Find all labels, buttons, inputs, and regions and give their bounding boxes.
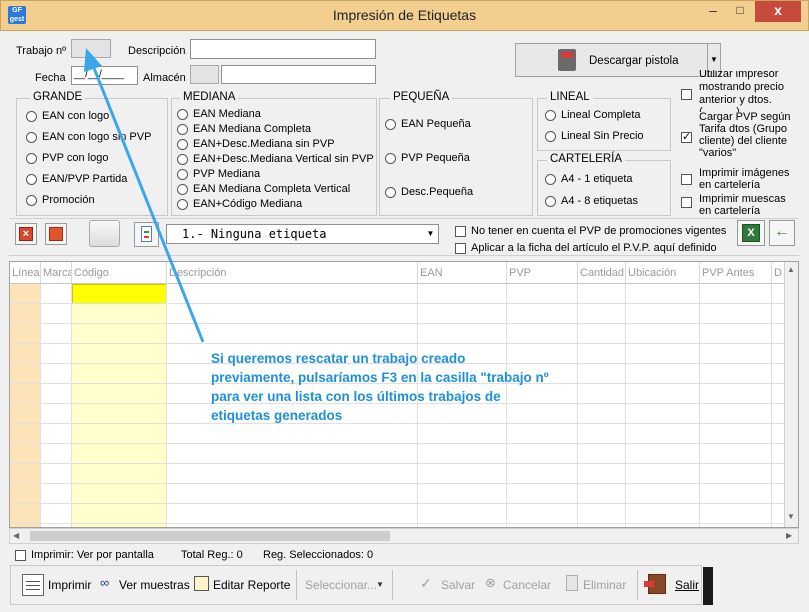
- ver-muestras-button[interactable]: Ver muestras: [119, 578, 190, 592]
- editar-reporte-button[interactable]: Editar Reporte: [213, 578, 290, 592]
- divider: [296, 570, 297, 600]
- arrow-head: [84, 48, 102, 72]
- checkbox-imprimir-ver-pantalla[interactable]: [15, 550, 26, 561]
- chevron-down-icon[interactable]: ▼: [376, 580, 384, 589]
- divider: [392, 570, 393, 600]
- eliminar-button[interactable]: Eliminar: [583, 578, 626, 592]
- annotation-arrow: [84, 48, 205, 343]
- status-reg-seleccionados: Reg. Seleccionados: 0: [263, 549, 374, 561]
- seleccionar-button[interactable]: Seleccionar...: [305, 578, 377, 592]
- divider: [637, 570, 638, 600]
- binoculars-icon: ∞: [100, 575, 110, 590]
- status-imprimir: Imprimir: Ver por pantalla: [31, 549, 154, 561]
- dark-strip: [703, 567, 713, 605]
- print-icon: [22, 574, 44, 596]
- trash-icon: [566, 575, 578, 591]
- report-icon: [194, 576, 209, 591]
- annotation-text: Si queremos rescatar un trabajo creado p…: [211, 351, 549, 423]
- salvar-button[interactable]: Salvar: [441, 578, 475, 592]
- exit-icon: [644, 574, 666, 594]
- imprimir-button[interactable]: Imprimir: [48, 578, 91, 592]
- checkmark-icon: ✓: [420, 575, 432, 591]
- arrow-line: [92, 67, 205, 343]
- salir-button[interactable]: Salir: [675, 578, 699, 592]
- status-total-reg: Total Reg.: 0: [181, 549, 243, 561]
- cancelar-button[interactable]: Cancelar: [503, 578, 551, 592]
- cancel-icon: ⊗: [485, 575, 496, 590]
